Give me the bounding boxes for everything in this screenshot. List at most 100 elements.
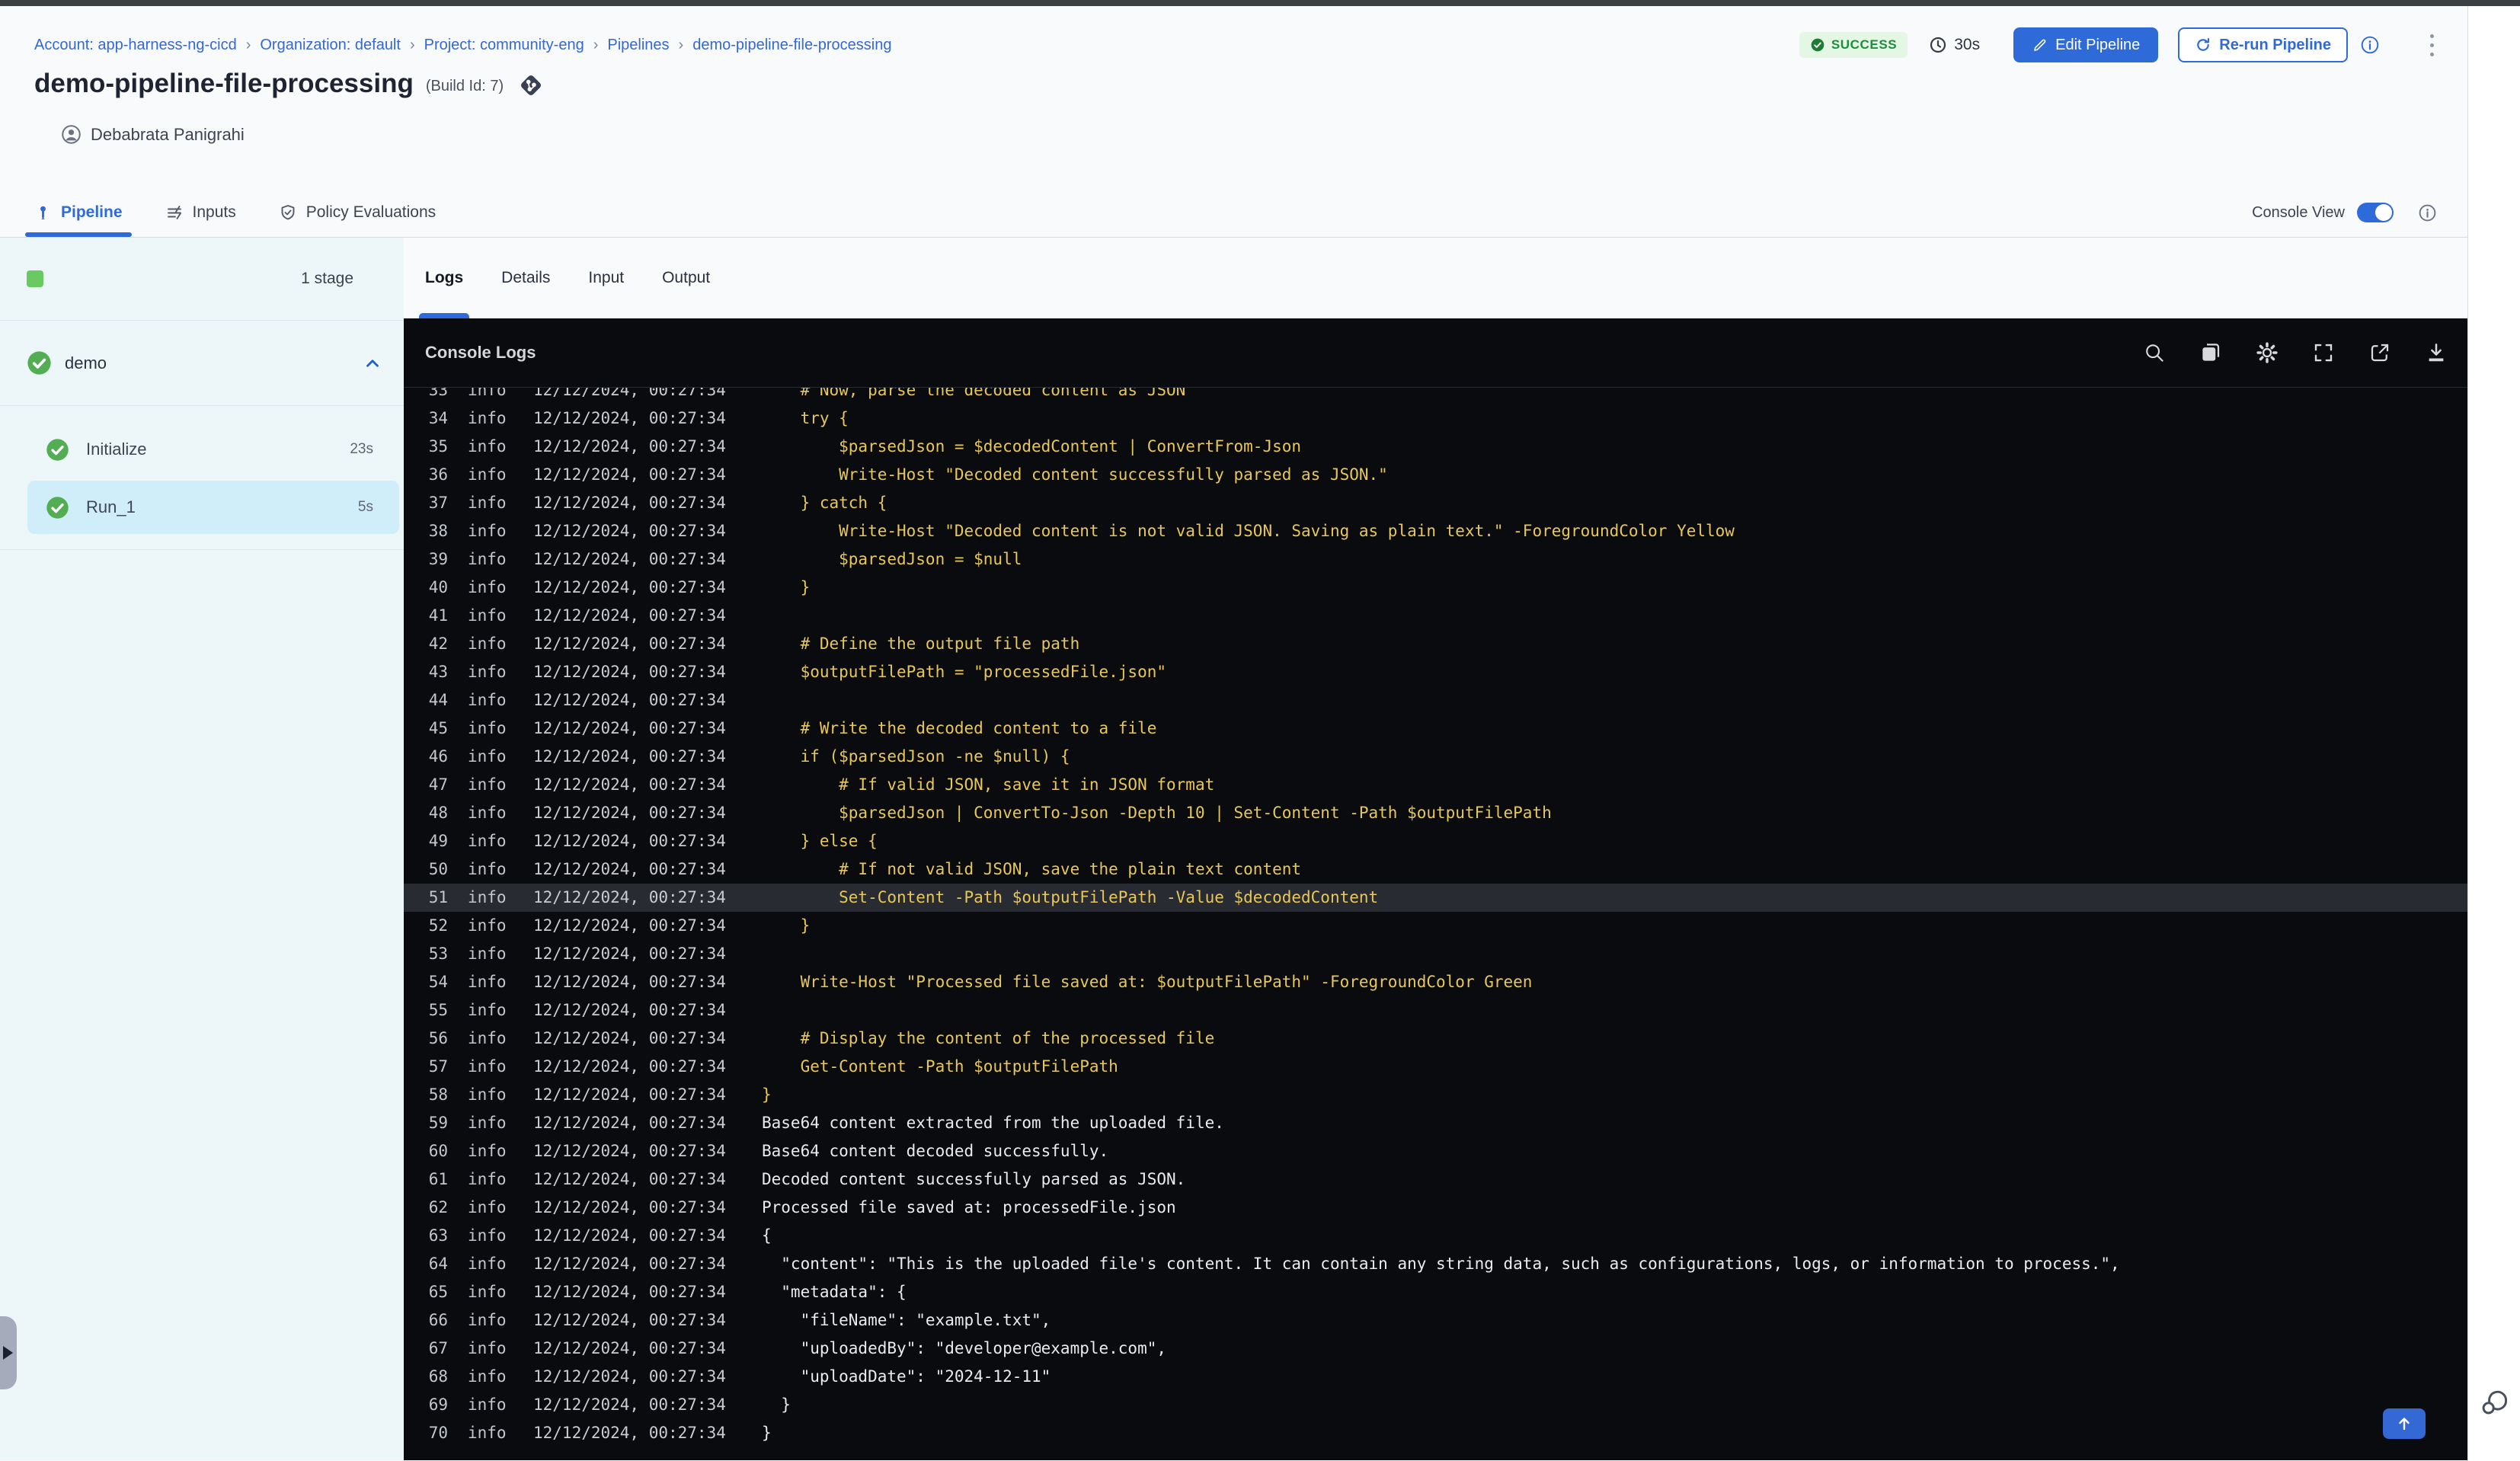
sidebar-expand-handle[interactable] <box>0 1316 17 1389</box>
log-line-53[interactable]: 53 info 12/12/2024, 00:27:34 <box>404 940 2467 968</box>
stage-row-demo[interactable]: demo <box>0 320 404 405</box>
log-line-44[interactable]: 44 info 12/12/2024, 00:27:34 <box>404 686 2467 715</box>
log-line-52[interactable]: 52 info 12/12/2024, 00:27:34 } <box>404 912 2467 940</box>
log-line-48[interactable]: 48 info 12/12/2024, 00:27:34 $parsedJson |… <box>404 799 2467 827</box>
log-line-63[interactable]: 63 info 12/12/2024, 00:27:34 { <box>404 1222 2467 1250</box>
tab-output[interactable]: Output <box>662 238 710 318</box>
log-line-43[interactable]: 43 info 12/12/2024, 00:27:34 $outputFilePa… <box>404 658 2467 686</box>
rerun-pipeline-button[interactable]: Re-run Pipeline <box>2178 27 2348 62</box>
log-level: info <box>468 1311 507 1329</box>
log-line-41[interactable]: 41 info 12/12/2024, 00:27:34 <box>404 602 2467 630</box>
window-top-strip <box>0 0 2520 6</box>
log-timestamp: 12/12/2024, 00:27:34 <box>533 1170 726 1188</box>
log-timestamp: 12/12/2024, 00:27:34 <box>533 388 726 399</box>
log-line-number: 67 <box>428 1339 448 1357</box>
breadcrumb-link[interactable]: Pipelines <box>607 37 669 54</box>
copy-icon[interactable] <box>2199 341 2222 364</box>
log-line-55[interactable]: 55 info 12/12/2024, 00:27:34 <box>404 996 2467 1025</box>
log-line-68[interactable]: 68 info 12/12/2024, 00:27:34 "uploadDate":… <box>404 1363 2467 1391</box>
log-line-66[interactable]: 66 info 12/12/2024, 00:27:34 "fileName": "… <box>404 1306 2467 1335</box>
breadcrumb: Account: app-harness-ng-cicd › Organizatio… <box>34 37 891 54</box>
log-line-46[interactable]: 46 info 12/12/2024, 00:27:34 if ($parsedJs… <box>404 743 2467 771</box>
log-line-38[interactable]: 38 info 12/12/2024, 00:27:34 Write-Host "D… <box>404 517 2467 545</box>
log-line-64[interactable]: 64 info 12/12/2024, 00:27:34 "content": "T… <box>404 1250 2467 1278</box>
console-log-scroll-area[interactable]: 33 info 12/12/2024, 00:27:34 # Now, parse … <box>404 388 2467 1460</box>
chevron-up-icon[interactable] <box>363 353 382 373</box>
log-line-57[interactable]: 57 info 12/12/2024, 00:27:34 Get-Content -… <box>404 1053 2467 1081</box>
log-message: Base64 content extracted from the upload… <box>762 1114 1224 1132</box>
log-line-51[interactable]: 51 info 12/12/2024, 00:27:34 Set-Content -… <box>404 884 2467 912</box>
log-line-70[interactable]: 70 info 12/12/2024, 00:27:34} <box>404 1419 2467 1447</box>
log-message: } <box>762 1424 772 1442</box>
log-line-number: 41 <box>428 606 448 625</box>
stage-status-square[interactable] <box>27 270 43 287</box>
open-in-new-icon[interactable] <box>2368 341 2391 364</box>
log-line-35[interactable]: 35 info 12/12/2024, 00:27:34 $parsedJson =… <box>404 433 2467 461</box>
settings-icon[interactable] <box>2256 341 2279 364</box>
console-view-info-icon[interactable] <box>2418 203 2437 222</box>
log-line-number: 45 <box>428 719 448 737</box>
log-line-39[interactable]: 39 info 12/12/2024, 00:27:34 $parsedJson =… <box>404 545 2467 574</box>
log-line-42[interactable]: 42 info 12/12/2024, 00:27:34 # Define the … <box>404 630 2467 658</box>
step-duration: 5s <box>357 499 373 515</box>
log-line-61[interactable]: 61 info 12/12/2024, 00:27:34 Decoded conten… <box>404 1165 2467 1194</box>
log-line-number: 53 <box>428 945 448 963</box>
console-view-toggle[interactable] <box>2357 203 2394 222</box>
log-message: # Write the decoded content to a file <box>762 719 1157 737</box>
status-badge: SUCCESS <box>1799 32 1908 58</box>
log-level: info <box>468 747 507 766</box>
log-line-59[interactable]: 59 info 12/12/2024, 00:27:34 Base64 content… <box>404 1109 2467 1137</box>
tab-inputs[interactable]: Inputs <box>165 188 236 237</box>
log-line-56[interactable]: 56 info 12/12/2024, 00:27:34 # Display the… <box>404 1025 2467 1053</box>
log-line-45[interactable]: 45 info 12/12/2024, 00:27:34 # Write the d… <box>404 715 2467 743</box>
log-level: info <box>468 719 507 737</box>
tab-input[interactable]: Input <box>588 238 624 318</box>
log-level: info <box>468 1198 507 1216</box>
log-line-34[interactable]: 34 info 12/12/2024, 00:27:34 try { <box>404 404 2467 433</box>
log-line-36[interactable]: 36 info 12/12/2024, 00:27:34 Write-Host "D… <box>404 461 2467 489</box>
log-line-65[interactable]: 65 info 12/12/2024, 00:27:34 "metadata": { <box>404 1278 2467 1306</box>
log-level: info <box>468 1395 507 1414</box>
breadcrumb-link[interactable]: Project: community-eng <box>424 37 584 54</box>
breadcrumb-link[interactable]: Organization: default <box>260 37 401 54</box>
fullscreen-icon[interactable] <box>2312 341 2335 364</box>
log-line-60[interactable]: 60 info 12/12/2024, 00:27:34 Base64 content… <box>404 1137 2467 1165</box>
log-line-37[interactable]: 37 info 12/12/2024, 00:27:34 } catch { <box>404 489 2467 517</box>
log-level: info <box>468 832 507 850</box>
log-level: info <box>468 775 507 794</box>
breadcrumb-link[interactable]: Account: app-harness-ng-cicd <box>34 37 237 54</box>
step-row-initialize[interactable]: Initialize 23s <box>27 423 399 476</box>
breadcrumb-link[interactable]: demo-pipeline-file-processing <box>692 37 891 54</box>
log-line-47[interactable]: 47 info 12/12/2024, 00:27:34 # If valid JS… <box>404 771 2467 799</box>
log-message: "uploadedBy": "developer@example.com", <box>762 1339 1167 1357</box>
log-line-69[interactable]: 69 info 12/12/2024, 00:27:34 } <box>404 1391 2467 1419</box>
log-line-58[interactable]: 58 info 12/12/2024, 00:27:34} <box>404 1081 2467 1109</box>
log-line-62[interactable]: 62 info 12/12/2024, 00:27:34 Processed file… <box>404 1194 2467 1222</box>
log-line-49[interactable]: 49 info 12/12/2024, 00:27:34 } else { <box>404 827 2467 855</box>
log-timestamp: 12/12/2024, 00:27:34 <box>533 1198 726 1216</box>
download-icon[interactable] <box>2425 341 2448 364</box>
scroll-to-top-button[interactable] <box>2383 1408 2426 1439</box>
support-chat-icon[interactable] <box>2477 1386 2511 1420</box>
tab-logs[interactable]: Logs <box>418 238 470 318</box>
tab-details[interactable]: Details <box>501 238 550 318</box>
log-level: info <box>468 1424 507 1442</box>
log-line-54[interactable]: 54 info 12/12/2024, 00:27:34 Write-Host "P… <box>404 968 2467 996</box>
tab-policy-evaluations[interactable]: Policy Evaluations <box>279 188 436 237</box>
log-line-33[interactable]: 33 info 12/12/2024, 00:27:34 # Now, parse … <box>404 388 2467 404</box>
log-timestamp: 12/12/2024, 00:27:34 <box>533 409 726 427</box>
log-line-50[interactable]: 50 info 12/12/2024, 00:27:34 # If not vali… <box>404 855 2467 884</box>
step-row-run_1[interactable]: Run_1 5s <box>27 481 399 534</box>
tab-pipeline[interactable]: Pipeline <box>25 188 132 237</box>
log-timestamp: 12/12/2024, 00:27:34 <box>533 1114 726 1132</box>
log-line-number: 47 <box>428 775 448 794</box>
rerun-info-icon[interactable] <box>2360 35 2380 55</box>
log-level: info <box>468 1367 507 1386</box>
log-level: info <box>468 1001 507 1019</box>
log-line-40[interactable]: 40 info 12/12/2024, 00:27:34 } <box>404 574 2467 602</box>
log-line-67[interactable]: 67 info 12/12/2024, 00:27:34 "uploadedBy":… <box>404 1335 2467 1363</box>
edit-pipeline-button[interactable]: Edit Pipeline <box>2013 27 2159 62</box>
step-duration: 23s <box>350 441 373 457</box>
more-options-button[interactable] <box>2427 31 2437 59</box>
search-icon[interactable] <box>2143 341 2166 364</box>
